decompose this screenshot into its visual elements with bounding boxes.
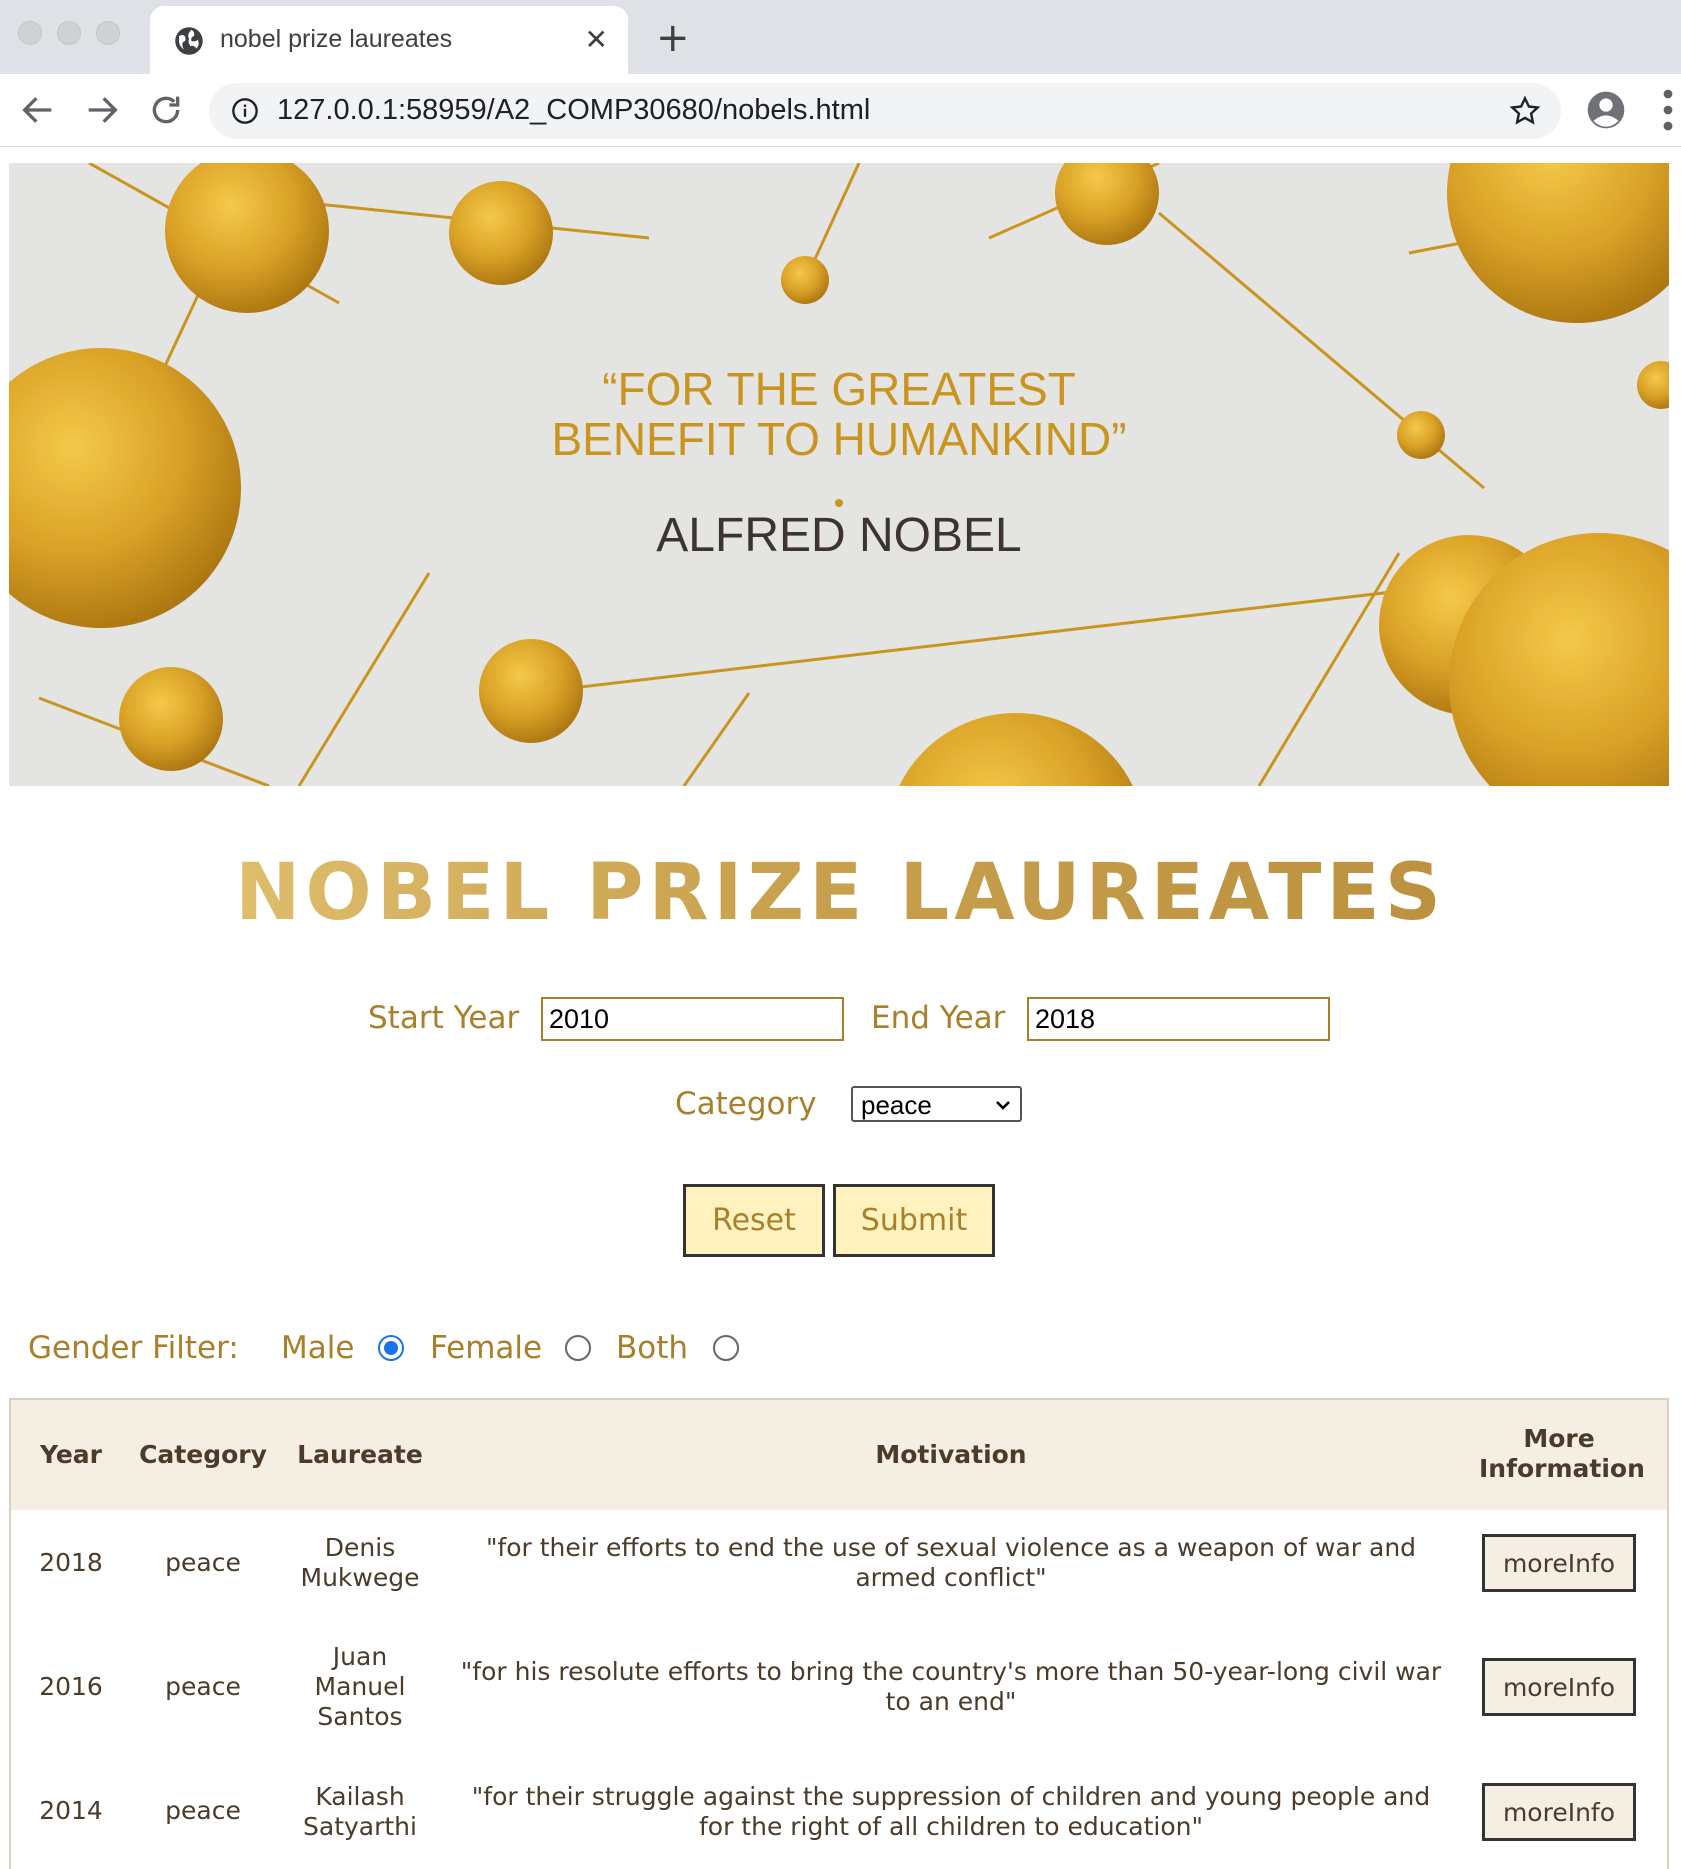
star-icon[interactable] bbox=[1509, 95, 1541, 127]
cell-motivation: "for their efforts to end the use of sex… bbox=[485, 1533, 1417, 1592]
cell-laureate: Juan Manuel Santos bbox=[314, 1642, 406, 1731]
gender-option-both-label: Both bbox=[616, 1330, 689, 1366]
cell-laureate: Denis Mukwege bbox=[300, 1533, 420, 1592]
cell-category: peace bbox=[165, 1672, 241, 1701]
globe-icon bbox=[175, 27, 203, 55]
category-selected-value: peace bbox=[861, 1090, 932, 1120]
banner-quote-line2: BENEFIT TO HUMANKIND” bbox=[551, 413, 1126, 465]
url-text: 127.0.0.1:58959/A2_COMP30680/nobels.html bbox=[277, 94, 871, 126]
category-select[interactable]: peace bbox=[851, 1086, 1022, 1122]
chevron-down-icon bbox=[996, 1101, 1010, 1110]
banner-quote-line1: “FOR THE GREATEST bbox=[602, 363, 1076, 415]
avatar-icon[interactable] bbox=[1586, 90, 1626, 130]
category-label: Category bbox=[675, 1086, 817, 1122]
tab-title: nobel prize laureates bbox=[220, 25, 453, 53]
gender-filter-label: Gender Filter: bbox=[28, 1330, 239, 1366]
window-close-button[interactable] bbox=[18, 21, 42, 45]
table-header: Year Category Laureate Motivation More I… bbox=[11, 1400, 1667, 1512]
submit-button[interactable]: Submit bbox=[833, 1184, 995, 1257]
address-bar[interactable]: 127.0.0.1:58959/A2_COMP30680/nobels.html bbox=[209, 83, 1561, 139]
header-category: Category bbox=[139, 1440, 267, 1469]
arrow-left-icon[interactable] bbox=[18, 90, 58, 130]
more-info-button[interactable]: moreInfo bbox=[1482, 1658, 1636, 1716]
gender-radio-male[interactable] bbox=[378, 1335, 404, 1361]
window-zoom-button[interactable] bbox=[96, 21, 120, 45]
gender-radio-female[interactable] bbox=[565, 1335, 591, 1361]
banner-author: ALFRED NOBEL bbox=[656, 509, 1021, 562]
page-title: NOBEL PRIZE LAUREATES bbox=[0, 848, 1681, 938]
header-laureate: Laureate bbox=[297, 1440, 423, 1469]
laureates-table: Year Category Laureate Motivation More I… bbox=[9, 1398, 1669, 1869]
start-year-label: Start Year bbox=[368, 1000, 520, 1036]
browser-toolbar: 127.0.0.1:58959/A2_COMP30680/nobels.html bbox=[0, 74, 1681, 147]
table-row: 2014 peace Kailash Satyarthi "for their … bbox=[11, 1758, 1667, 1869]
cell-laureate: Kailash Satyarthi bbox=[303, 1782, 417, 1841]
gender-radio-both[interactable] bbox=[713, 1335, 739, 1361]
menu-dots-icon[interactable] bbox=[1662, 88, 1674, 132]
more-info-button[interactable]: moreInfo bbox=[1482, 1783, 1636, 1841]
header-more-information: More Information bbox=[1479, 1424, 1645, 1483]
hero-banner: “FOR THE GREATEST BENEFIT TO HUMANKIND” … bbox=[9, 163, 1669, 786]
cell-motivation: "for his resolute efforts to bring the c… bbox=[460, 1657, 1442, 1716]
cell-year: 2016 bbox=[39, 1672, 103, 1701]
end-year-label: End Year bbox=[871, 1000, 1006, 1036]
reload-icon[interactable] bbox=[146, 90, 186, 130]
more-info-button[interactable]: moreInfo bbox=[1482, 1534, 1636, 1592]
cell-year: 2014 bbox=[39, 1796, 103, 1825]
new-tab-button[interactable]: + bbox=[656, 18, 690, 58]
gender-option-female-label: Female bbox=[430, 1330, 543, 1366]
table-row: 2018 peace Denis Mukwege "for their effo… bbox=[11, 1510, 1667, 1620]
cell-category: peace bbox=[165, 1796, 241, 1825]
arrow-right-icon[interactable] bbox=[82, 90, 122, 130]
tab-close-button[interactable]: ✕ bbox=[585, 25, 608, 55]
cell-category: peace bbox=[165, 1548, 241, 1577]
table-row: 2016 peace Juan Manuel Santos "for his r… bbox=[11, 1618, 1667, 1760]
banner-artwork: “FOR THE GREATEST BENEFIT TO HUMANKIND” … bbox=[9, 163, 1669, 786]
reset-button[interactable]: Reset bbox=[683, 1184, 825, 1257]
cell-motivation: "for their struggle against the suppress… bbox=[471, 1782, 1431, 1841]
header-motivation: Motivation bbox=[875, 1440, 1027, 1469]
info-icon[interactable] bbox=[231, 97, 259, 125]
start-year-input[interactable] bbox=[541, 997, 844, 1041]
cell-year: 2018 bbox=[39, 1548, 103, 1577]
browser-tab[interactable]: nobel prize laureates ✕ bbox=[150, 6, 628, 74]
window-minimize-button[interactable] bbox=[57, 21, 81, 45]
end-year-input[interactable] bbox=[1027, 997, 1330, 1041]
browser-tab-strip: nobel prize laureates ✕ + bbox=[0, 0, 1681, 74]
header-year: Year bbox=[40, 1440, 102, 1469]
gender-option-male-label: Male bbox=[281, 1330, 355, 1366]
